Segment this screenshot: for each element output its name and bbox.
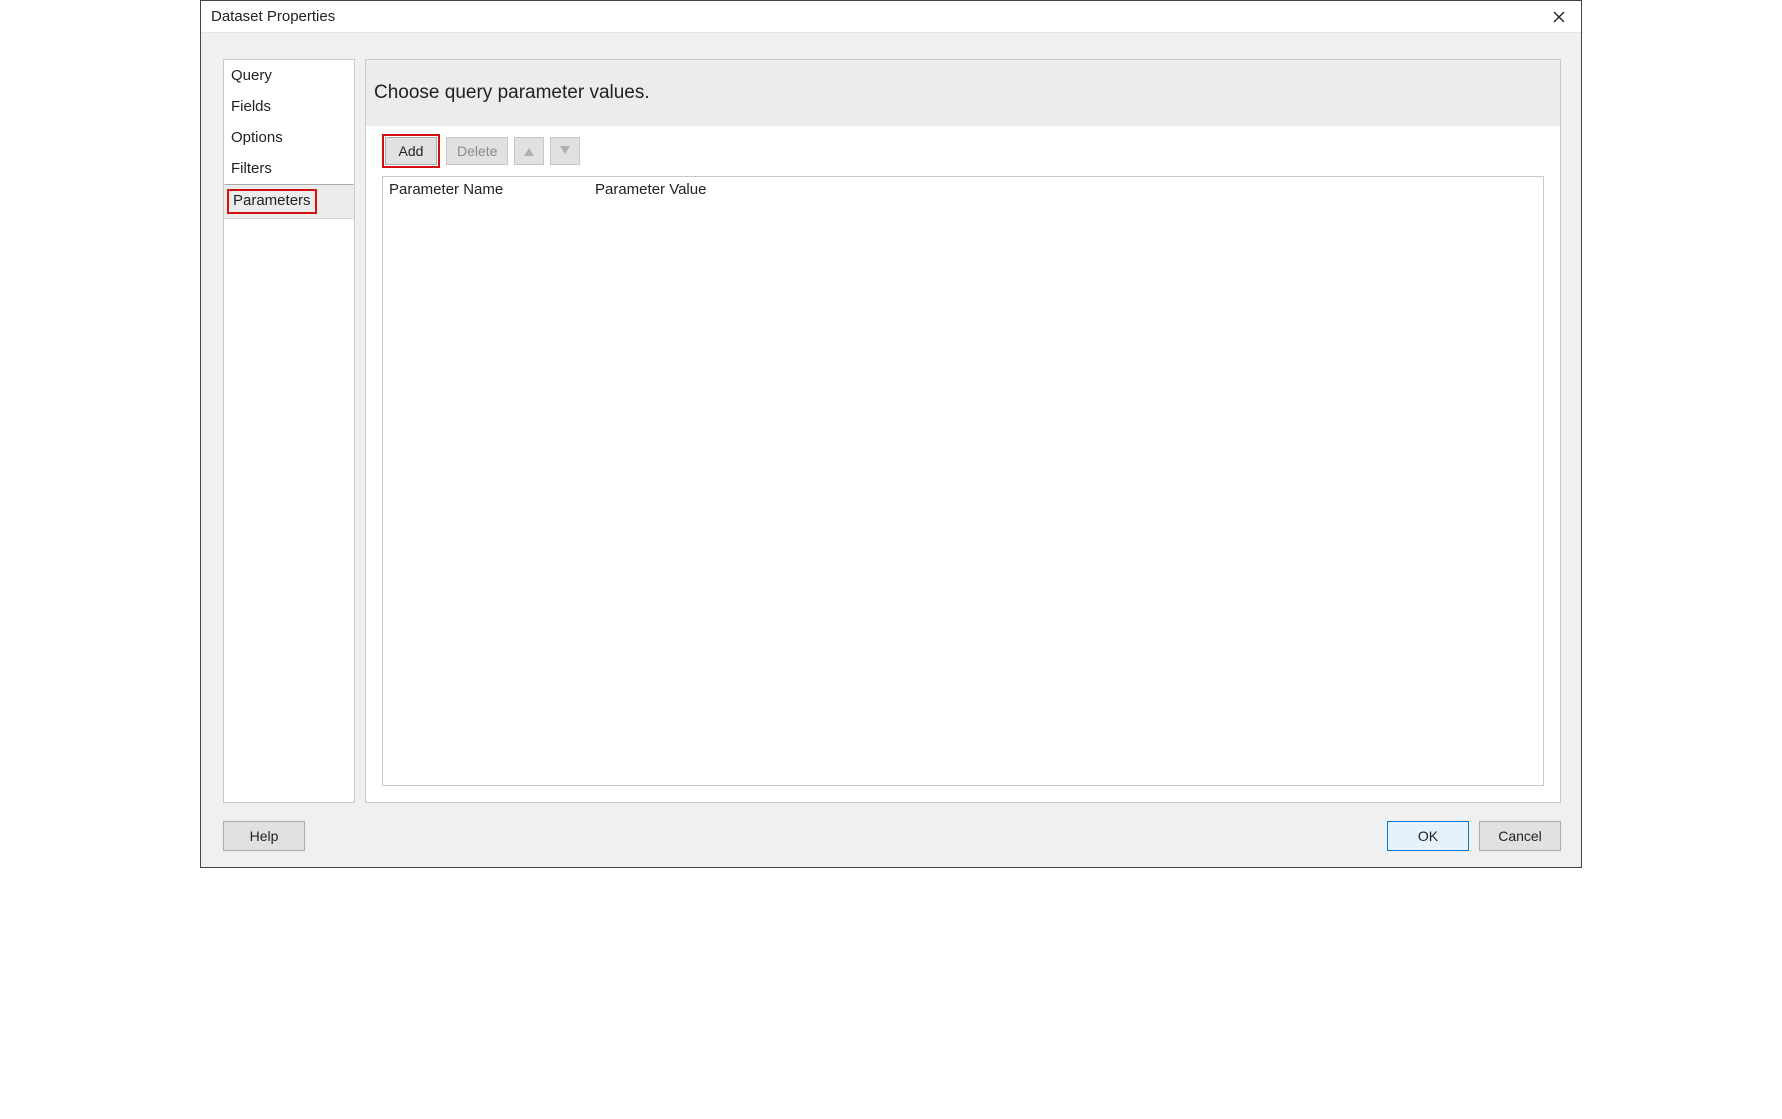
nav-item-query[interactable]: Query [224,60,354,91]
arrow-up-icon [524,146,534,156]
arrow-down-icon [560,146,570,156]
content-heading: Choose query parameter values. [366,60,1560,126]
nav-item-label: Options [231,129,283,146]
grid-header-name: Parameter Name [387,181,593,198]
ok-button[interactable]: OK [1387,821,1469,851]
main-row: Query Fields Options Filters Parameters [201,33,1581,813]
nav-item-highlight: Parameters [227,189,317,214]
dialog-body: Query Fields Options Filters Parameters [201,33,1581,867]
nav-item-filters[interactable]: Filters [224,153,354,184]
nav-item-options[interactable]: Options [224,122,354,153]
grid-header-row: Parameter Name Parameter Value [383,177,1543,202]
dialog-footer: Help OK Cancel [201,813,1581,867]
nav-item-fields[interactable]: Fields [224,91,354,122]
help-button[interactable]: Help [223,821,305,851]
close-icon[interactable] [1545,5,1573,29]
nav-item-label: Query [231,67,272,84]
toolbar: Add Delete [366,126,1560,176]
dialog-window: Dataset Properties Query Fields Options … [200,0,1582,868]
grid-header-value: Parameter Value [593,181,1539,198]
nav-item-parameters[interactable]: Parameters [224,184,354,219]
move-up-button[interactable] [514,137,544,165]
content-panel: Choose query parameter values. Add Delet… [365,59,1561,803]
parameters-grid[interactable]: Parameter Name Parameter Value [382,176,1544,786]
delete-button[interactable]: Delete [446,137,508,165]
sidebar-nav: Query Fields Options Filters Parameters [223,59,355,803]
add-button-highlight: Add [382,134,440,168]
move-down-button[interactable] [550,137,580,165]
cancel-button[interactable]: Cancel [1479,821,1561,851]
nav-item-label: Parameters [233,192,311,209]
nav-item-label: Filters [231,160,272,177]
titlebar: Dataset Properties [201,1,1581,33]
window-title: Dataset Properties [211,8,335,25]
add-button[interactable]: Add [385,137,437,165]
nav-item-label: Fields [231,98,271,115]
